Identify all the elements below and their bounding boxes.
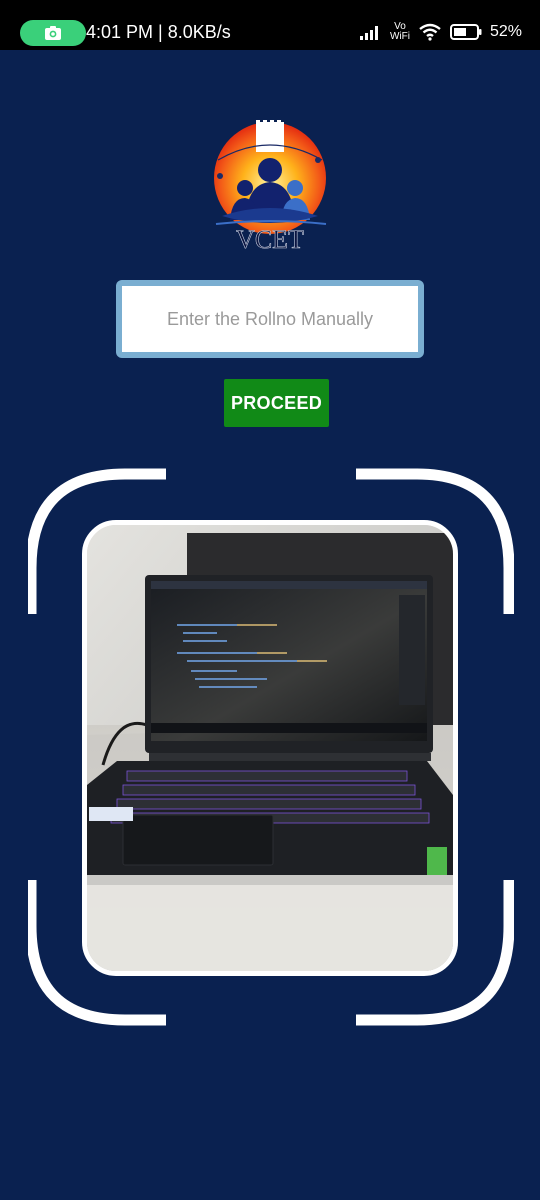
screen-record-indicator[interactable] [20,20,86,46]
rollno-input-container [116,280,424,358]
wifi-icon [419,23,441,41]
signal-icon [359,26,378,40]
vowifi-indicator: Vo WiFi [390,22,410,42]
camera-icon [45,26,61,40]
status-icons: Vo WiFi 52% [359,19,522,45]
vowifi-bottom-label: WiFi [389,31,410,42]
status-bar: 4:01 PM | 8.0KB/s Vo WiFi 52% [0,0,540,50]
battery-icon [449,24,482,40]
proceed-button[interactable]: PROCEED [224,379,329,427]
camera-preview-image [87,525,453,971]
vcet-logo: VCET [214,120,327,254]
status-time: 4:01 PM | 8.0KB/s [86,22,231,42]
camera-preview[interactable] [82,520,458,976]
logo-wordmark: VCET [236,225,304,254]
battery-percent: 52% [489,23,522,40]
rollno-input[interactable] [122,286,418,352]
